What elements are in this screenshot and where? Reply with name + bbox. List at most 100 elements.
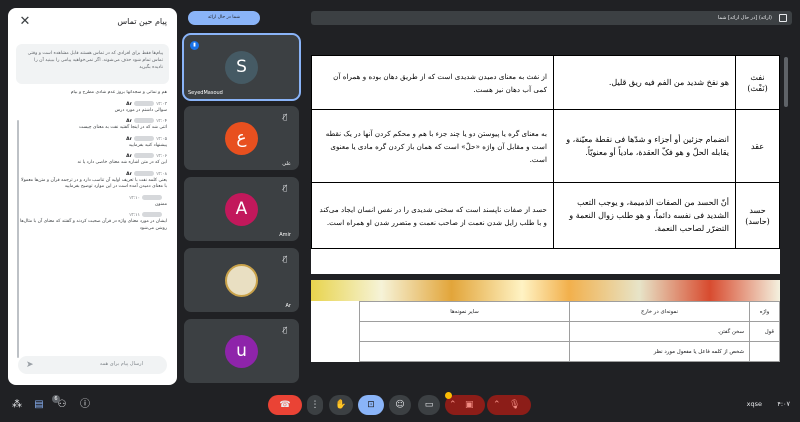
table-cell: از نفث به معنای دمیدن شدیدی است که از طر… bbox=[311, 55, 554, 110]
meeting-code: xqse bbox=[746, 400, 762, 408]
redacted-name bbox=[133, 170, 154, 176]
participant-tile[interactable]: 🎙̸ u bbox=[184, 319, 299, 383]
participant-tile[interactable]: 🎙̸ A Amir bbox=[184, 177, 299, 241]
table-row: شخص از کلمه فاعل یا مفعول مورد نظر bbox=[359, 341, 780, 362]
redacted-name bbox=[142, 212, 162, 217]
message-meta: Ar ۱۳:۰۵ bbox=[18, 135, 167, 143]
avatar: A bbox=[225, 193, 258, 226]
leave-call-button[interactable]: ☎ bbox=[268, 395, 302, 415]
table-cell: عقد bbox=[735, 109, 780, 183]
participant-name: علی bbox=[282, 161, 291, 167]
table-cell bbox=[749, 341, 780, 362]
message-time: ۱۳:۰۶ bbox=[155, 154, 167, 159]
participant-name: SeyedMasoud bbox=[188, 90, 223, 96]
examples-table: واژه نمونه‌ای در خارج سایر نمونه‌ها قول … bbox=[359, 301, 780, 362]
activities-icon[interactable]: ⁂ bbox=[10, 398, 24, 412]
table-row: قول سخن گفتن. bbox=[359, 321, 780, 342]
table-row: عقد انضمام جزئین أو أجزاء و شدّها فی نقط… bbox=[311, 109, 780, 183]
sender-name: Ar bbox=[126, 154, 132, 159]
table-row: حسد (حاسد) أنّ الحسد من الصفات الذمیمة، … bbox=[311, 182, 780, 249]
mic-toggle-button[interactable]: ⌃ 🎙 bbox=[487, 395, 531, 415]
message-time: ۱۳:۰۸ bbox=[155, 171, 167, 177]
participants-count-badge: 6 bbox=[52, 395, 60, 403]
message-meta: Ar ۱۳:۰۸ bbox=[18, 170, 167, 178]
camera-toggle-button[interactable]: ⌃ ▣ bbox=[445, 395, 485, 415]
camera-off-icon: ▣ bbox=[465, 400, 474, 410]
table-header-row: واژه نمونه‌ای در خارج سایر نمونه‌ها bbox=[359, 301, 780, 322]
table-cell: قول bbox=[749, 321, 780, 342]
captions-button[interactable]: ▭ bbox=[418, 395, 440, 415]
message-text: این که در متن اشاره شد معنای خاصی دارد ی… bbox=[77, 160, 168, 165]
scrollbar-thumb[interactable] bbox=[784, 57, 788, 107]
warning-dot bbox=[445, 392, 452, 399]
hand-icon: ✋ bbox=[335, 400, 347, 410]
send-icon[interactable]: ➤ bbox=[26, 360, 36, 370]
control-bar: ⁂ ▤ ⚇ 6 ⓘ ⌃ 🎙 ⌃ ▣ ▭ ☺ ⊡ ✋ ⋮ ☎ xqse ۴:۰۷ bbox=[0, 392, 800, 422]
avatar: S bbox=[225, 51, 258, 84]
message-meta: ۱۳:۱۰ bbox=[18, 194, 167, 202]
message-text: یعنی کلمه نفت با تعریف اولیه آن تناسب دا… bbox=[21, 177, 167, 190]
chat-notice: پیام‌ها فقط برای افرادی که در تماس هستند… bbox=[16, 44, 169, 84]
message-time: ۱۳:۰۳ bbox=[155, 101, 167, 107]
presentation-slide: واژه نمونه‌ای در خارج سایر نمونه‌ها قول … bbox=[311, 280, 780, 362]
table-cell: هو نفخ شدید من الفم فیه ریق قلیل. bbox=[553, 55, 736, 110]
chat-input[interactable]: ➤ ارسال پیام برای همه bbox=[18, 356, 167, 374]
participant-tile[interactable]: 🎙̸ ع علی bbox=[184, 106, 299, 170]
table-cell: حسد از صفات ناپسند است که سختی شدیدی را … bbox=[311, 182, 554, 249]
speaking-icon: ▮ bbox=[190, 41, 199, 50]
chat-message: Ar ۱۳:۰۵ پیشنهاد کنید بفرمایید bbox=[18, 135, 167, 150]
message-time: ۱۳:۰۵ bbox=[155, 136, 167, 142]
participant-tile[interactable]: 🎙̸ Ar bbox=[184, 248, 299, 312]
more-options-button[interactable]: ⋮ bbox=[307, 395, 323, 415]
message-meta: Ar ۱۳:۰۴ bbox=[18, 118, 167, 125]
sender-name: Ar bbox=[126, 119, 132, 124]
redacted-name bbox=[133, 135, 154, 141]
column-header: واژه bbox=[749, 301, 780, 322]
table-cell: نفث (نَفْث) bbox=[735, 55, 780, 110]
avatar: u bbox=[225, 335, 258, 368]
presenting-pill[interactable]: شما در حال ارائه bbox=[188, 11, 260, 25]
mic-off-icon: 🎙̸ bbox=[283, 113, 288, 121]
chat-title: پیام حین تماس bbox=[117, 17, 167, 26]
message-time: ۱۳:۱۰ bbox=[128, 195, 140, 201]
vocab-table: نفث (نَفْث) هو نفخ شدید من الفم فیه ریق … bbox=[311, 55, 780, 249]
table-cell: سخن گفتن. bbox=[569, 321, 750, 342]
present-button[interactable]: ⊡ bbox=[358, 395, 384, 415]
presenting-bar: (ارائه) [در حال ارائه] شما bbox=[311, 11, 792, 25]
avatar: ع bbox=[225, 122, 258, 155]
participant-tile[interactable]: ▮ S SeyedMasoud bbox=[182, 33, 301, 101]
emoji-button[interactable]: ☺ bbox=[389, 395, 411, 415]
message-time: ۱۳:۱۱ bbox=[128, 213, 140, 218]
table-cell: انضمام جزئین أو أجزاء و شدّها فی نقطة مع… bbox=[553, 109, 736, 183]
chat-icon[interactable]: ▤ bbox=[32, 398, 46, 412]
participant-name: Amir bbox=[279, 232, 291, 238]
mic-off-icon: 🎙̸ bbox=[283, 255, 288, 263]
chat-input-placeholder: ارسال پیام برای همه bbox=[99, 361, 143, 367]
message-text: هم و نمانی و سجدا‌نها بروز عدم شادی مطرح… bbox=[70, 90, 167, 95]
table-cell bbox=[359, 321, 570, 342]
table-row: نفث (نَفْث) هو نفخ شدید من الفم فیه ریق … bbox=[311, 55, 780, 110]
message-time: ۱۳:۰۴ bbox=[155, 119, 167, 124]
column-header: نمونه‌ای در خارج bbox=[569, 301, 750, 322]
avatar-image bbox=[225, 264, 258, 297]
sender-name: Ar bbox=[126, 171, 132, 177]
info-icon[interactable]: ⓘ bbox=[78, 398, 92, 412]
table-cell: أنّ الحسد من الصفات الذمیمة، و یوجب التع… bbox=[553, 182, 736, 249]
redacted-name bbox=[133, 153, 154, 158]
presentation-slide: نفث (نَفْث) هو نفخ شدید من الفم فیه ریق … bbox=[311, 55, 780, 274]
message-meta: Ar ۱۳:۰۶ bbox=[18, 153, 167, 160]
message-text: سوالی داشتم در مورد درس bbox=[114, 107, 167, 113]
more-vert-icon: ⋮ bbox=[310, 400, 320, 410]
chat-message: Ar ۱۳:۰۸ یعنی کلمه نفت با تعریف اولیه آن … bbox=[18, 170, 167, 191]
participant-name: Ar bbox=[285, 303, 291, 309]
table-cell: شخص از کلمه فاعل یا مفعول مورد نظر bbox=[569, 341, 750, 362]
chat-message: Ar ۱۳:۰۶ این که در متن اشاره شد معنای خاص… bbox=[18, 153, 167, 167]
chat-message: ۱۳:۱۰ ممنون bbox=[18, 194, 167, 209]
table-cell: حسد (حاسد) bbox=[735, 182, 780, 249]
mic-off-icon: 🎙̸ bbox=[283, 184, 288, 192]
raise-hand-button[interactable]: ✋ bbox=[329, 395, 353, 415]
presentation-scrollbar[interactable] bbox=[783, 55, 789, 362]
close-icon[interactable]: ✕ bbox=[17, 14, 33, 30]
sender-name: Ar bbox=[126, 101, 132, 107]
chevron-up-icon[interactable]: ⌃ bbox=[493, 395, 501, 415]
